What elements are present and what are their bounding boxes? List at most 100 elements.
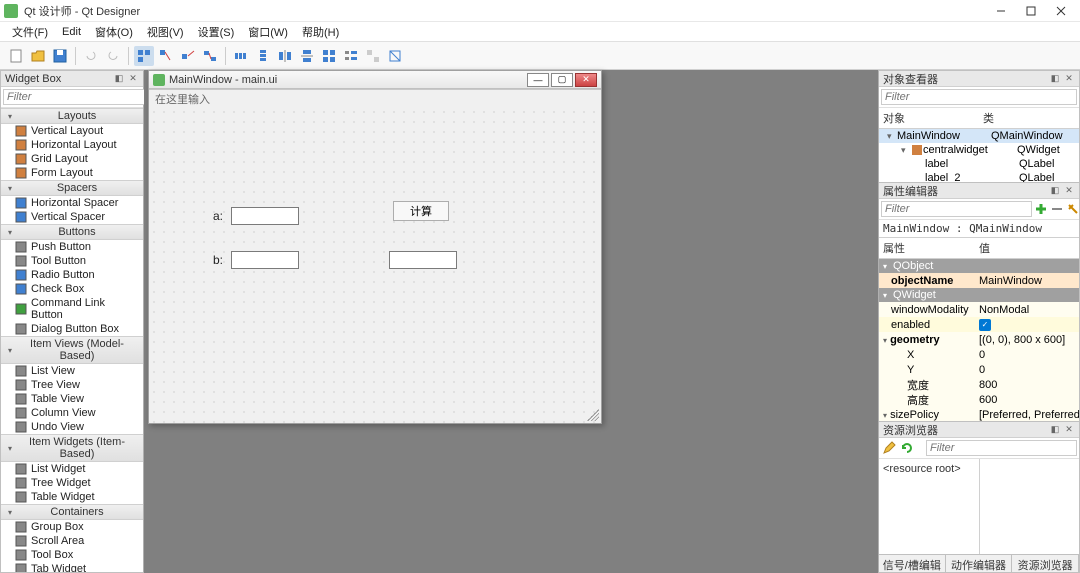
widget-box-item[interactable]: Tool Button [1,254,143,268]
widget-box-item[interactable]: Form Layout [1,166,143,180]
dock-float-icon[interactable]: ◧ [1049,185,1061,197]
lineedit-a[interactable] [231,207,299,225]
widget-category-header[interactable]: ▾Containers [1,504,143,520]
widget-box-item[interactable]: Horizontal Spacer [1,196,143,210]
property-editor-table[interactable]: ▾QObjectobjectNameMainWindow▾QWidgetwind… [879,259,1079,421]
checkbox-icon[interactable]: ✓ [979,319,991,331]
dock-close-icon[interactable]: ✕ [127,73,139,85]
widget-box-item[interactable]: List View [1,364,143,378]
reload-resources-icon[interactable] [899,440,915,456]
dw-minimize-icon[interactable]: — [527,73,549,87]
widget-box-item[interactable]: Table Widget [1,490,143,504]
property-row[interactable]: Y0 [879,362,1079,377]
resize-grip-icon[interactable] [587,409,599,421]
widget-category-header[interactable]: ▾Buttons [1,224,143,240]
minimize-button[interactable] [986,2,1016,20]
edit-tab-order-icon[interactable] [200,46,220,66]
widget-box-list[interactable]: ▾LayoutsVertical LayoutHorizontal Layout… [1,108,143,572]
label-a[interactable]: a: [213,209,223,223]
widget-box-item[interactable]: Tree View [1,378,143,392]
design-canvas[interactable]: MainWindow - main.ui — ▢ ✕ 在这里输入 a: b: 计… [144,70,878,573]
designer-menubar-hint[interactable]: 在这里输入 [149,89,601,107]
object-inspector-row[interactable]: ▾centralwidgetQWidget [879,143,1079,157]
dock-close-icon[interactable]: ✕ [1063,424,1075,436]
layout-grid-icon[interactable] [319,46,339,66]
property-row[interactable]: windowModalityNonModal [879,302,1079,317]
object-inspector-row[interactable]: ▾MainWindowQMainWindow [879,129,1079,143]
adjust-size-icon[interactable] [385,46,405,66]
property-row[interactable]: ▾ geometry[(0, 0), 800 x 600] [879,332,1079,347]
config-icon[interactable] [1066,201,1080,217]
menu-window[interactable]: 窗口(W) [242,22,294,42]
lineedit-result[interactable] [389,251,457,269]
close-button[interactable] [1046,2,1076,20]
menu-view[interactable]: 视图(V) [141,22,190,42]
dock-float-icon[interactable]: ◧ [1049,424,1061,436]
dock-float-icon[interactable]: ◧ [113,73,125,85]
tab-signal-slot[interactable]: 信号/槽编辑器 [879,555,946,572]
widget-box-item[interactable]: Column View [1,406,143,420]
tab-action[interactable]: 动作编辑器 [946,555,1013,572]
tab-resource[interactable]: 资源浏览器 [1012,555,1079,572]
label-b[interactable]: b: [213,253,223,267]
new-icon[interactable] [6,46,26,66]
property-row[interactable]: 高度600 [879,392,1079,407]
property-row[interactable]: X0 [879,347,1079,362]
dock-close-icon[interactable]: ✕ [1063,185,1075,197]
widget-box-item[interactable]: Undo View [1,420,143,434]
redo-icon[interactable] [103,46,123,66]
layout-hsplit-icon[interactable] [275,46,295,66]
resource-tree[interactable]: <resource root> [879,459,980,554]
pushbutton-calc[interactable]: 计算 [393,201,449,221]
property-section-header[interactable]: ▾QWidget [879,288,1079,302]
widget-box-item[interactable]: Vertical Layout [1,124,143,138]
menu-settings[interactable]: 设置(S) [192,22,241,42]
property-editor-filter[interactable] [881,201,1032,217]
edit-signals-icon[interactable] [156,46,176,66]
dock-float-icon[interactable]: ◧ [1049,73,1061,85]
maximize-button[interactable] [1016,2,1046,20]
break-layout-icon[interactable] [363,46,383,66]
menu-file[interactable]: 文件(F) [6,22,54,42]
layout-h-icon[interactable] [231,46,251,66]
widget-category-header[interactable]: ▾Item Widgets (Item-Based) [1,434,143,462]
resource-browser-filter[interactable] [926,440,1077,456]
widget-box-item[interactable]: Tab Widget [1,562,143,572]
layout-form-icon[interactable] [341,46,361,66]
object-inspector-row[interactable]: labelQLabel [879,157,1079,171]
property-row[interactable]: objectNameMainWindow [879,273,1079,288]
widget-box-item[interactable]: Command Link Button [1,296,143,322]
widget-box-item[interactable]: Group Box [1,520,143,534]
widget-category-header[interactable]: ▾Layouts [1,108,143,124]
menu-edit[interactable]: Edit [56,24,87,40]
dw-close-icon[interactable]: ✕ [575,73,597,87]
property-row[interactable]: 宽度800 [879,377,1079,392]
property-row[interactable]: ▾ sizePolicy[Preferred, Preferred, 0,... [879,407,1079,421]
object-inspector-tree[interactable]: ▾MainWindowQMainWindow▾centralwidgetQWid… [879,129,1079,182]
designer-window-titlebar[interactable]: MainWindow - main.ui — ▢ ✕ [149,71,601,89]
menu-form[interactable]: 窗体(O) [89,22,139,42]
remove-property-icon[interactable] [1050,201,1064,217]
object-inspector-filter[interactable] [881,89,1077,105]
property-row[interactable]: enabled✓ [879,317,1079,332]
widget-category-header[interactable]: ▾Spacers [1,180,143,196]
edit-widgets-icon[interactable] [134,46,154,66]
menu-help[interactable]: 帮助(H) [296,22,345,42]
object-inspector-row[interactable]: label_2QLabel [879,171,1079,182]
widget-box-item[interactable]: Scroll Area [1,534,143,548]
widget-box-item[interactable]: Horizontal Layout [1,138,143,152]
widget-box-item[interactable]: Dialog Button Box [1,322,143,336]
designer-form-body[interactable]: a: b: 计算 [149,107,601,423]
open-icon[interactable] [28,46,48,66]
layout-vsplit-icon[interactable] [297,46,317,66]
property-section-header[interactable]: ▾QObject [879,259,1079,273]
widget-box-item[interactable]: Vertical Spacer [1,210,143,224]
widget-box-item[interactable]: Table View [1,392,143,406]
edit-buddies-icon[interactable] [178,46,198,66]
widget-box-item[interactable]: Radio Button [1,268,143,282]
dw-maximize-icon[interactable]: ▢ [551,73,573,87]
widget-box-item[interactable]: List Widget [1,462,143,476]
add-property-icon[interactable] [1034,201,1048,217]
widget-box-item[interactable]: Grid Layout [1,152,143,166]
dock-close-icon[interactable]: ✕ [1063,73,1075,85]
